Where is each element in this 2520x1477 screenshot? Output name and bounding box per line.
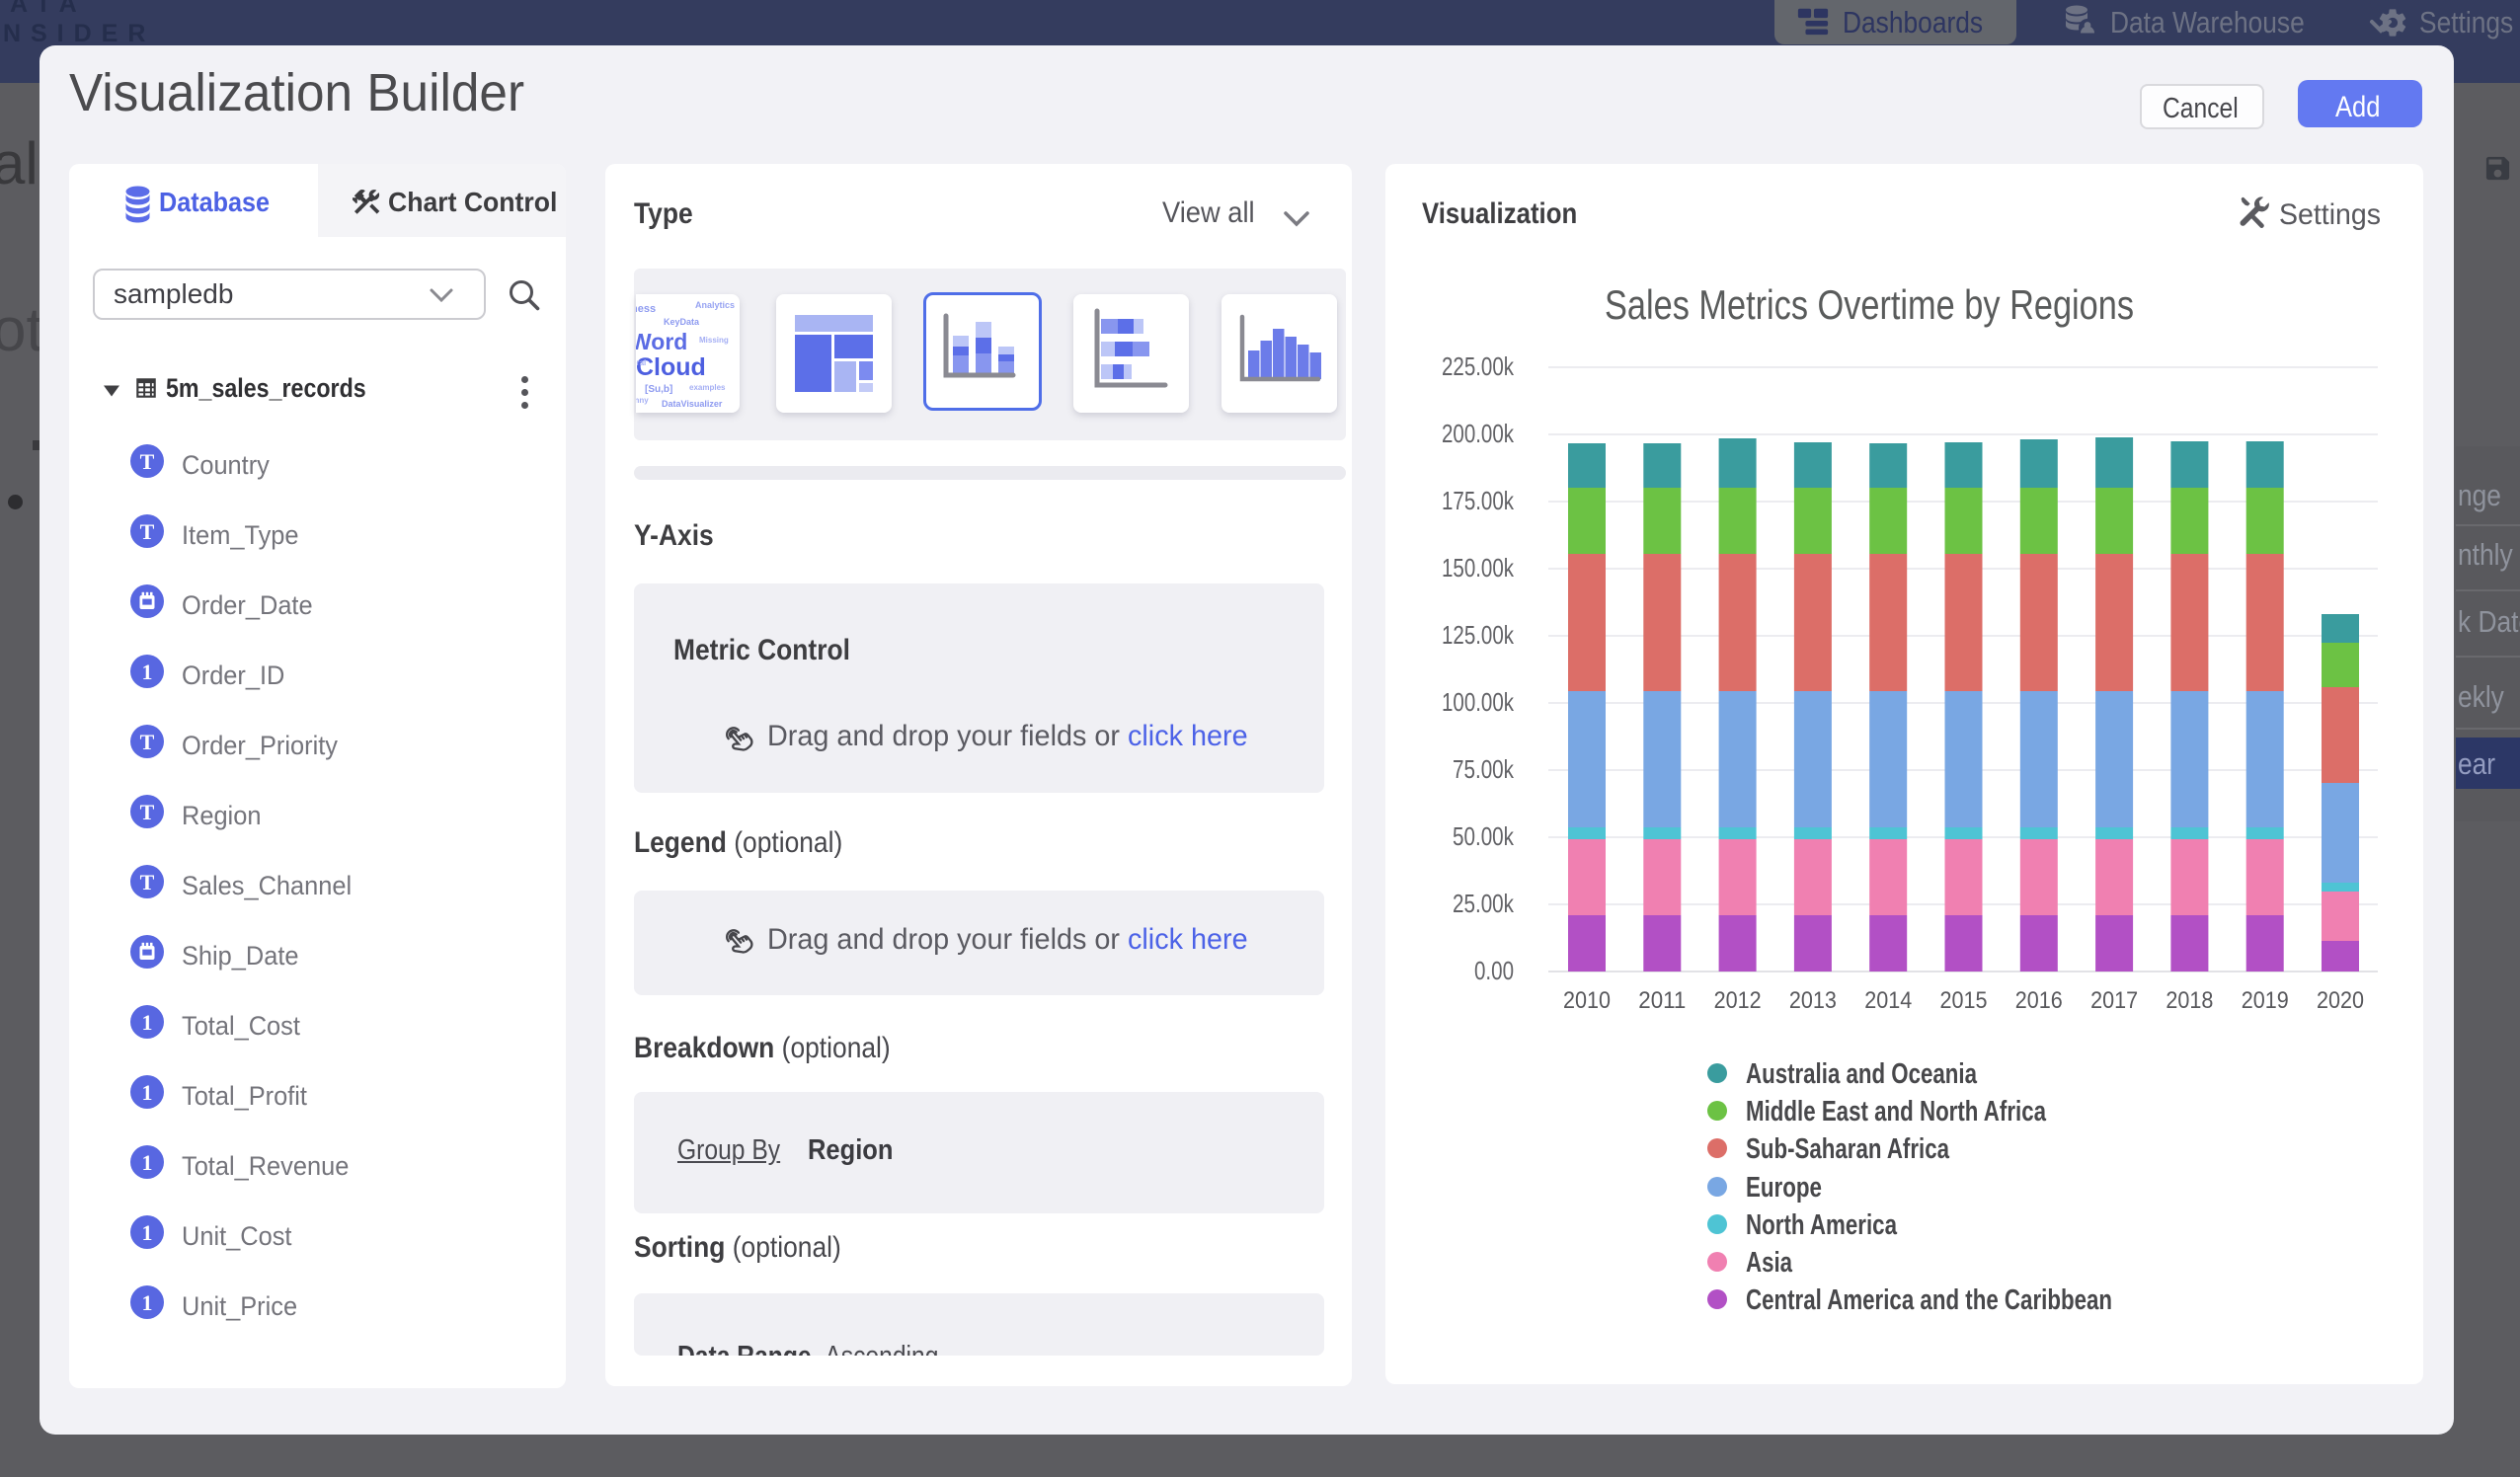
svg-text:Central America and the Caribb: Central America and the Caribbean — [1746, 1284, 2112, 1316]
svg-text:North America: North America — [1746, 1209, 1898, 1241]
svg-text:2014: 2014 — [1864, 987, 1912, 1014]
svg-text:Sub-Saharan Africa: Sub-Saharan Africa — [1746, 1133, 1950, 1165]
svg-text:T: T — [140, 519, 155, 544]
svg-text:anny: anny — [636, 396, 649, 405]
svg-text:[Su,b]: [Su,b] — [645, 384, 672, 395]
svg-text:Word: Word — [636, 329, 687, 354]
svg-text:2010: 2010 — [1563, 987, 1611, 1014]
svg-text:2019: 2019 — [2242, 987, 2289, 1014]
svg-text:iness: iness — [636, 303, 656, 315]
svg-text:125.00k: 125.00k — [1442, 620, 1515, 650]
svg-text:1: 1 — [142, 1220, 153, 1245]
svg-text:2017: 2017 — [2090, 987, 2138, 1014]
svg-text:Asia: Asia — [1746, 1247, 1793, 1279]
svg-text:eral: eral — [636, 358, 646, 367]
svg-text:225.00k: 225.00k — [1442, 351, 1515, 381]
svg-text:Sales Metrics Overtime by Regi: Sales Metrics Overtime by Regions — [1605, 281, 2134, 328]
svg-text:T: T — [140, 449, 155, 474]
svg-text:T: T — [140, 870, 155, 894]
svg-text:Australia and Oceania: Australia and Oceania — [1746, 1058, 1978, 1090]
svg-text:75.00k: 75.00k — [1453, 754, 1515, 784]
svg-text:2015: 2015 — [1940, 987, 1988, 1014]
svg-text:T: T — [140, 730, 155, 754]
svg-text:DataVisualizer: DataVisualizer — [662, 399, 723, 409]
svg-text:Europe: Europe — [1746, 1172, 1822, 1204]
svg-text:150.00k: 150.00k — [1442, 553, 1515, 583]
svg-text:2011: 2011 — [1638, 987, 1686, 1014]
svg-text:2020: 2020 — [2317, 987, 2364, 1014]
svg-text:1: 1 — [142, 660, 153, 684]
svg-text:2018: 2018 — [2166, 987, 2213, 1014]
svg-text:Middle East and North Africa: Middle East and North Africa — [1746, 1096, 2047, 1127]
svg-text:1: 1 — [142, 1080, 153, 1105]
svg-text:2013: 2013 — [1789, 987, 1837, 1014]
svg-text:examples: examples — [689, 383, 726, 392]
svg-text:0.00: 0.00 — [1474, 956, 1514, 985]
svg-text:200.00k: 200.00k — [1442, 419, 1515, 448]
svg-text:50.00k: 50.00k — [1453, 821, 1515, 851]
svg-text:25.00k: 25.00k — [1453, 889, 1515, 918]
svg-text:T: T — [140, 800, 155, 824]
svg-text:KeyData: KeyData — [664, 317, 700, 327]
svg-text:2012: 2012 — [1714, 987, 1762, 1014]
svg-text:Analytics: Analytics — [695, 300, 735, 310]
svg-text:1: 1 — [142, 1290, 153, 1315]
svg-text:Missing: Missing — [699, 336, 729, 345]
svg-text:1: 1 — [142, 1150, 153, 1175]
svg-text:175.00k: 175.00k — [1442, 486, 1515, 515]
svg-text:Cloud: Cloud — [636, 353, 706, 381]
svg-text:1: 1 — [142, 1010, 153, 1035]
svg-text:100.00k: 100.00k — [1442, 687, 1515, 717]
svg-text:2016: 2016 — [2015, 987, 2063, 1014]
